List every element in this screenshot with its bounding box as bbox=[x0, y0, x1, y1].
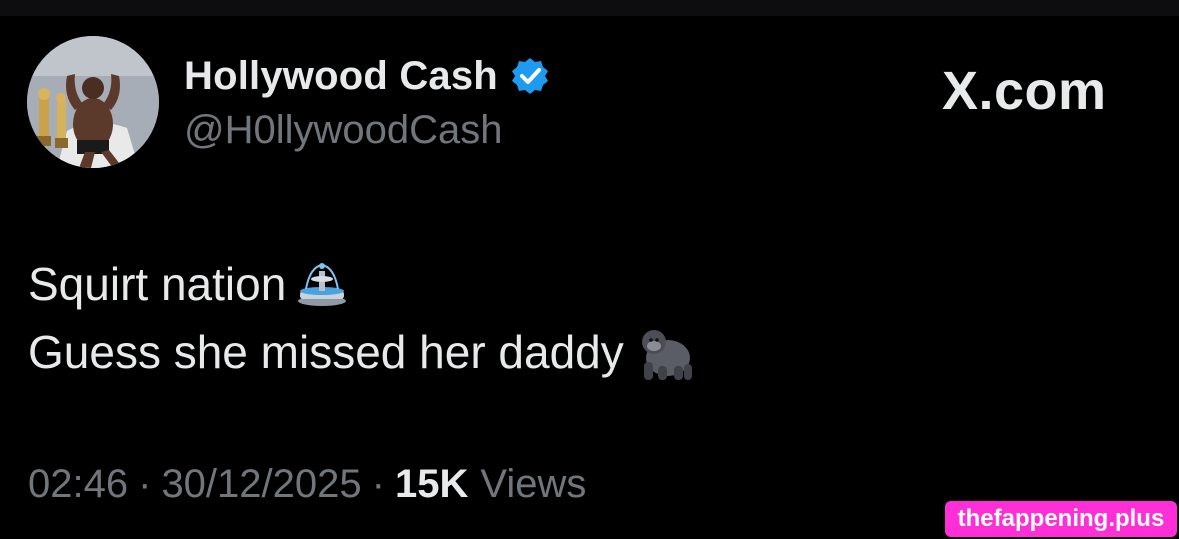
tweet-text: Squirt nation Guess she missed her daddy bbox=[28, 250, 696, 386]
views-count[interactable]: 15K bbox=[395, 462, 468, 507]
tweet-time[interactable]: 02:46 bbox=[28, 462, 128, 507]
tweet-line-text: Guess she missed her daddy bbox=[28, 326, 624, 378]
user-handle[interactable]: @H0llywoodCash bbox=[184, 108, 503, 153]
gorilla-emoji-icon bbox=[641, 330, 692, 380]
verified-badge-icon bbox=[511, 58, 548, 94]
tweet-meta: 02:46 · 30/12/2025 · 15K Views bbox=[28, 462, 586, 507]
meta-separator: · bbox=[138, 462, 152, 506]
brand-logo: X.com bbox=[942, 61, 1107, 121]
watermark: thefappening.plus bbox=[945, 501, 1177, 537]
tweet-line: Squirt nation bbox=[28, 250, 696, 318]
avatar-image bbox=[27, 36, 159, 168]
meta-separator: · bbox=[371, 462, 385, 506]
tweet-line: Guess she missed her daddy bbox=[28, 318, 696, 386]
author-name-row[interactable]: Hollywood Cash bbox=[184, 52, 550, 100]
avatar[interactable] bbox=[27, 36, 159, 168]
tweet-line-text: Squirt nation bbox=[28, 258, 287, 310]
display-name[interactable]: Hollywood Cash bbox=[184, 54, 498, 99]
fountain-emoji-icon bbox=[298, 263, 347, 306]
top-bar bbox=[0, 0, 1179, 16]
tweet-date[interactable]: 30/12/2025 bbox=[161, 462, 361, 507]
views-label: Views bbox=[480, 462, 587, 506]
